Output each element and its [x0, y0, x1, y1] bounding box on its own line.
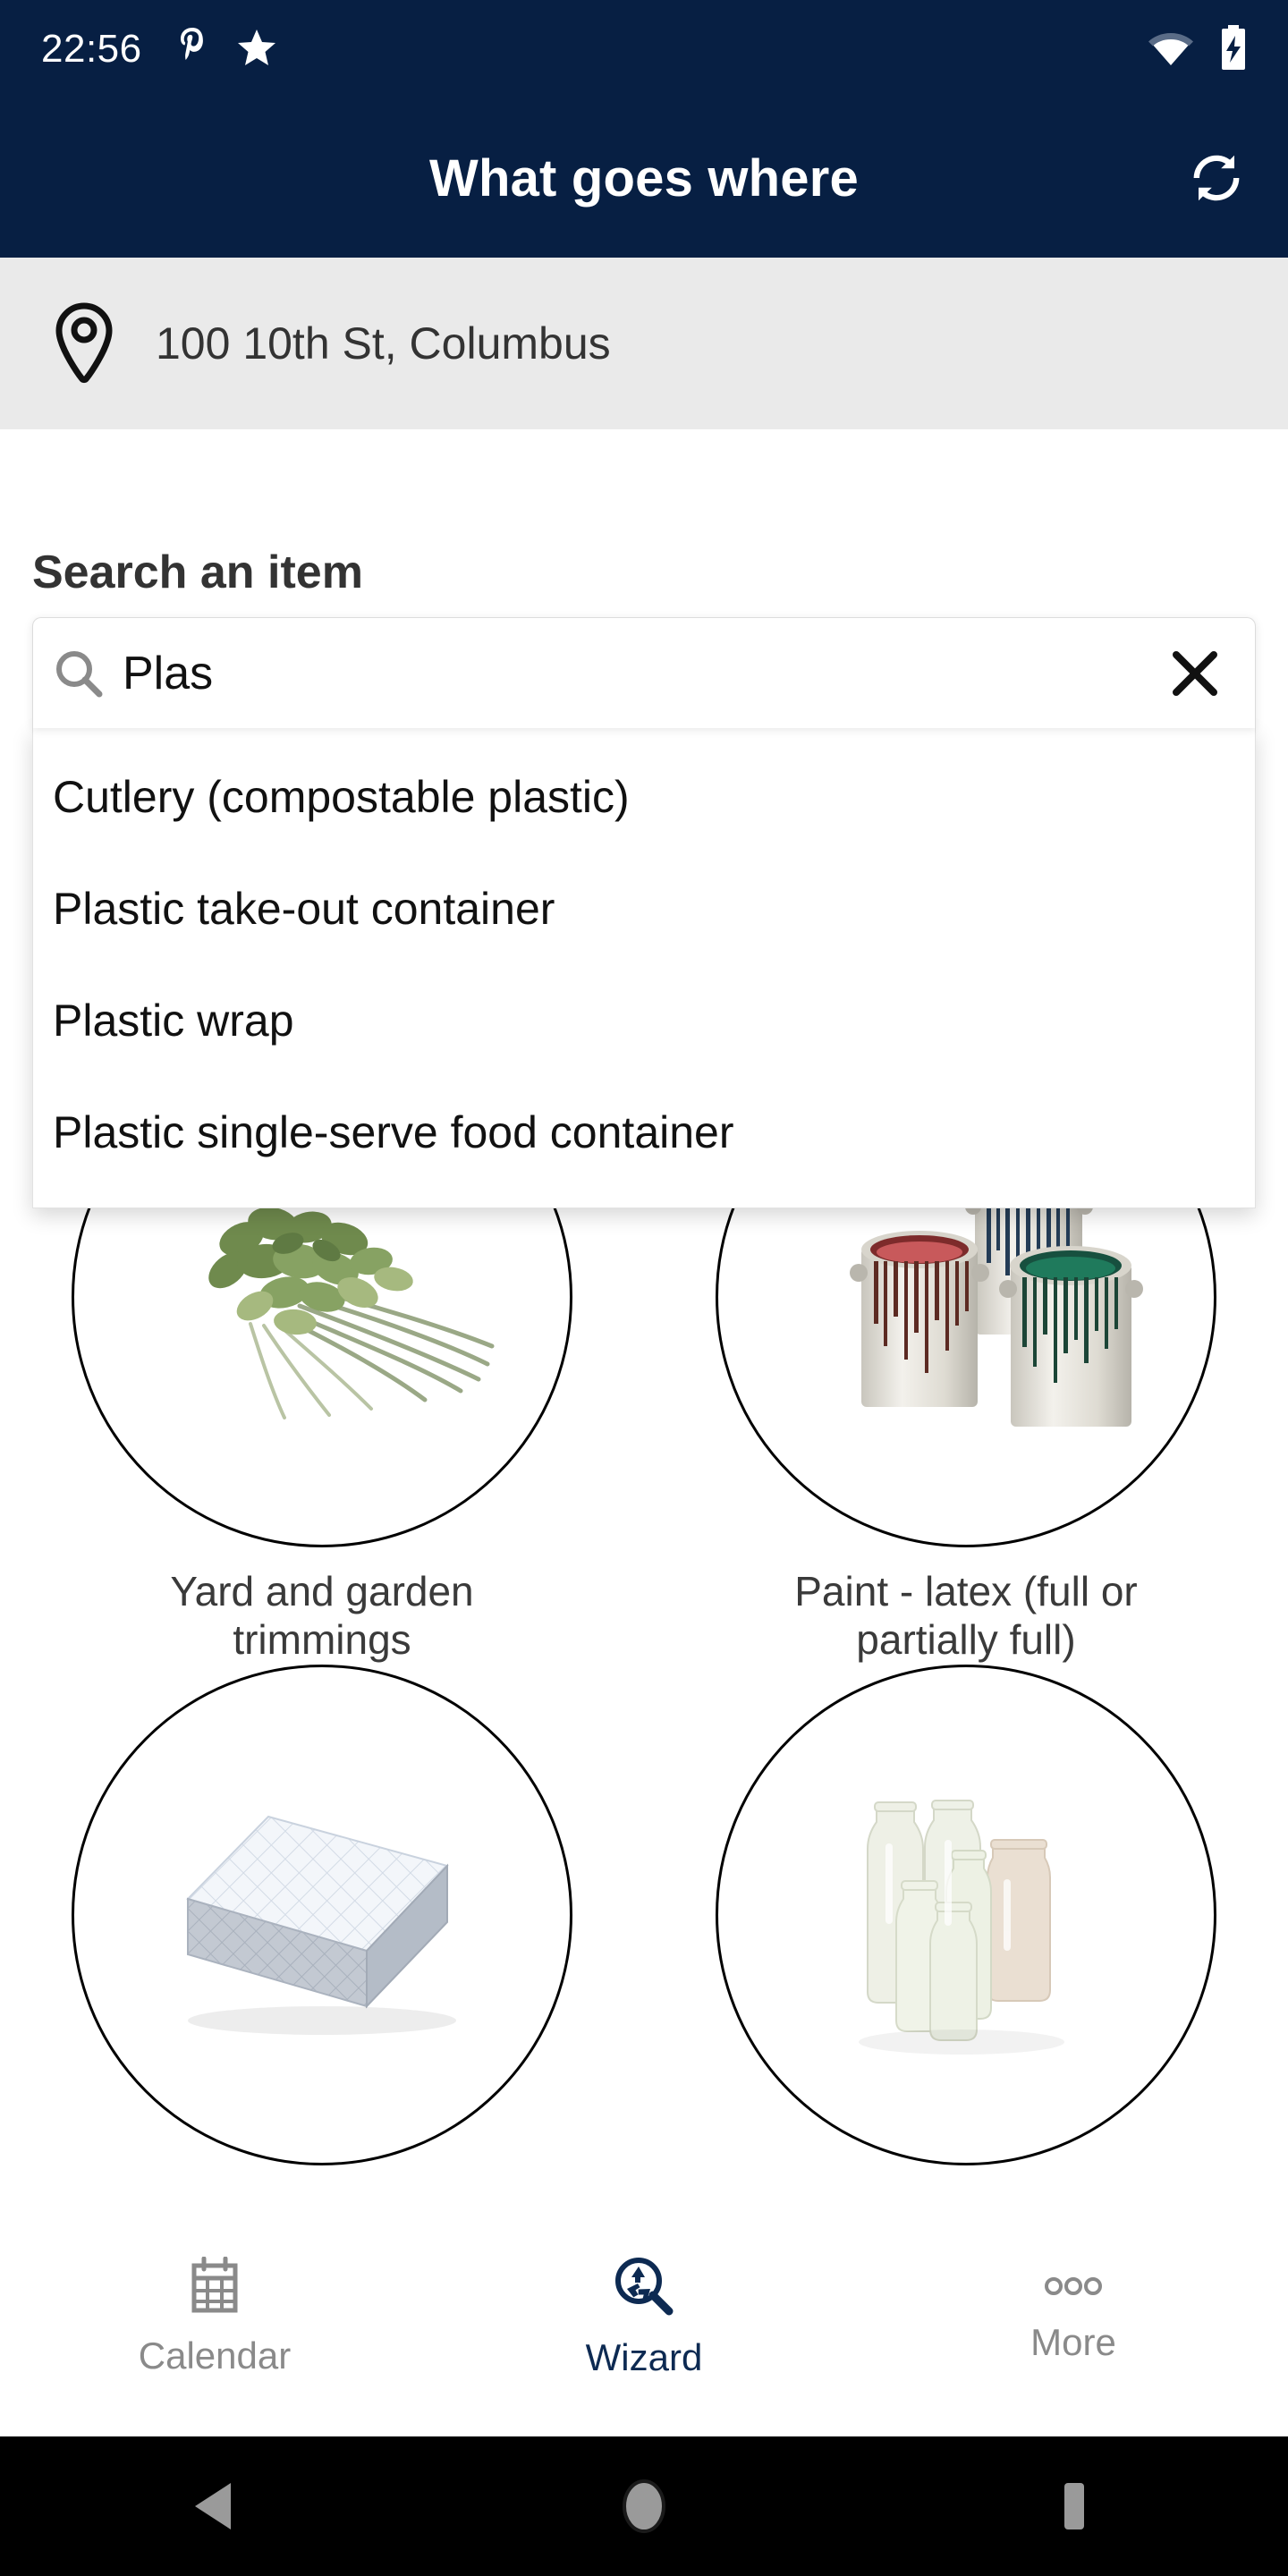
search-section-label: Search an item: [32, 547, 363, 598]
app-bar: What goes where: [0, 98, 1288, 258]
item-image-circle: [72, 1664, 572, 2165]
nav-tab-label: More: [1030, 2320, 1116, 2363]
search-input-value[interactable]: Plas: [123, 647, 1155, 700]
item-grid: Yard and garden trimmings Paint - latex …: [0, 1046, 1288, 2185]
app-root: 22:56 What goes where 100 10th St, Colum…: [0, 0, 1288, 2576]
recents-square-icon[interactable]: [859, 2479, 1288, 2533]
system-navigation-bar: [0, 2436, 1288, 2576]
item-image-circle: [716, 1664, 1216, 2165]
recycle-magnifier-icon: [613, 2255, 675, 2322]
more-dots-icon: [1042, 2270, 1105, 2307]
suggestion-item[interactable]: Plastic wrap: [33, 964, 1255, 1076]
status-bar-notification-icons: [180, 27, 276, 72]
location-address: 100 10th St, Columbus: [156, 318, 611, 369]
nav-tab-label: Wizard: [585, 2335, 703, 2378]
suggestion-item[interactable]: Cutlery (compostable plastic): [33, 741, 1255, 852]
item-tile-mattress[interactable]: [0, 1664, 644, 2185]
glass-jars-photo: [859, 1799, 1064, 2055]
bottom-navigation: Calendar Wizard More: [0, 2218, 1288, 2415]
nav-tab-label: Calendar: [138, 2334, 292, 2377]
mattress-photo: [186, 1815, 456, 2035]
location-bar[interactable]: 100 10th St, Columbus: [0, 258, 1288, 429]
status-bar-system-icons: [1147, 24, 1249, 74]
search-field[interactable]: Plas: [32, 617, 1256, 728]
page-title: What goes where: [429, 148, 859, 208]
location-pin-icon: [52, 302, 116, 385]
pinterest-p-icon: [180, 27, 210, 72]
refresh-sync-icon[interactable]: [1184, 146, 1249, 210]
search-suggestions-list: Cutlery (compostable plastic) Plastic ta…: [32, 728, 1256, 1208]
magnifier-icon: [53, 648, 105, 699]
nav-tab-more[interactable]: More: [859, 2270, 1288, 2364]
back-triangle-icon[interactable]: [0, 2479, 429, 2533]
suggestion-item[interactable]: Plastic take-out container: [33, 852, 1255, 964]
nav-tab-calendar[interactable]: Calendar: [0, 2256, 429, 2377]
wifi-icon: [1147, 28, 1195, 72]
main-content: Search an item Yard and garden trimmings…: [0, 429, 1288, 2218]
home-circle-icon[interactable]: [429, 2479, 859, 2534]
calendar-icon: [187, 2256, 242, 2320]
item-label: Paint - latex (full or partially full): [794, 1568, 1138, 1664]
battery-charging-icon: [1218, 24, 1249, 74]
status-bar-clock: 22:56: [41, 27, 142, 71]
nav-tab-wizard[interactable]: Wizard: [429, 2255, 859, 2379]
item-label: Yard and garden trimmings: [170, 1568, 474, 1664]
item-tile-glass-jars[interactable]: [644, 1664, 1288, 2185]
status-bar: 22:56: [0, 0, 1288, 98]
close-x-icon[interactable]: [1155, 633, 1235, 714]
suggestion-item[interactable]: Plastic single-serve food container: [33, 1076, 1255, 1188]
star-icon: [237, 28, 276, 72]
search-overlay: Plas Cutlery (compostable plastic) Plast…: [32, 617, 1256, 1208]
